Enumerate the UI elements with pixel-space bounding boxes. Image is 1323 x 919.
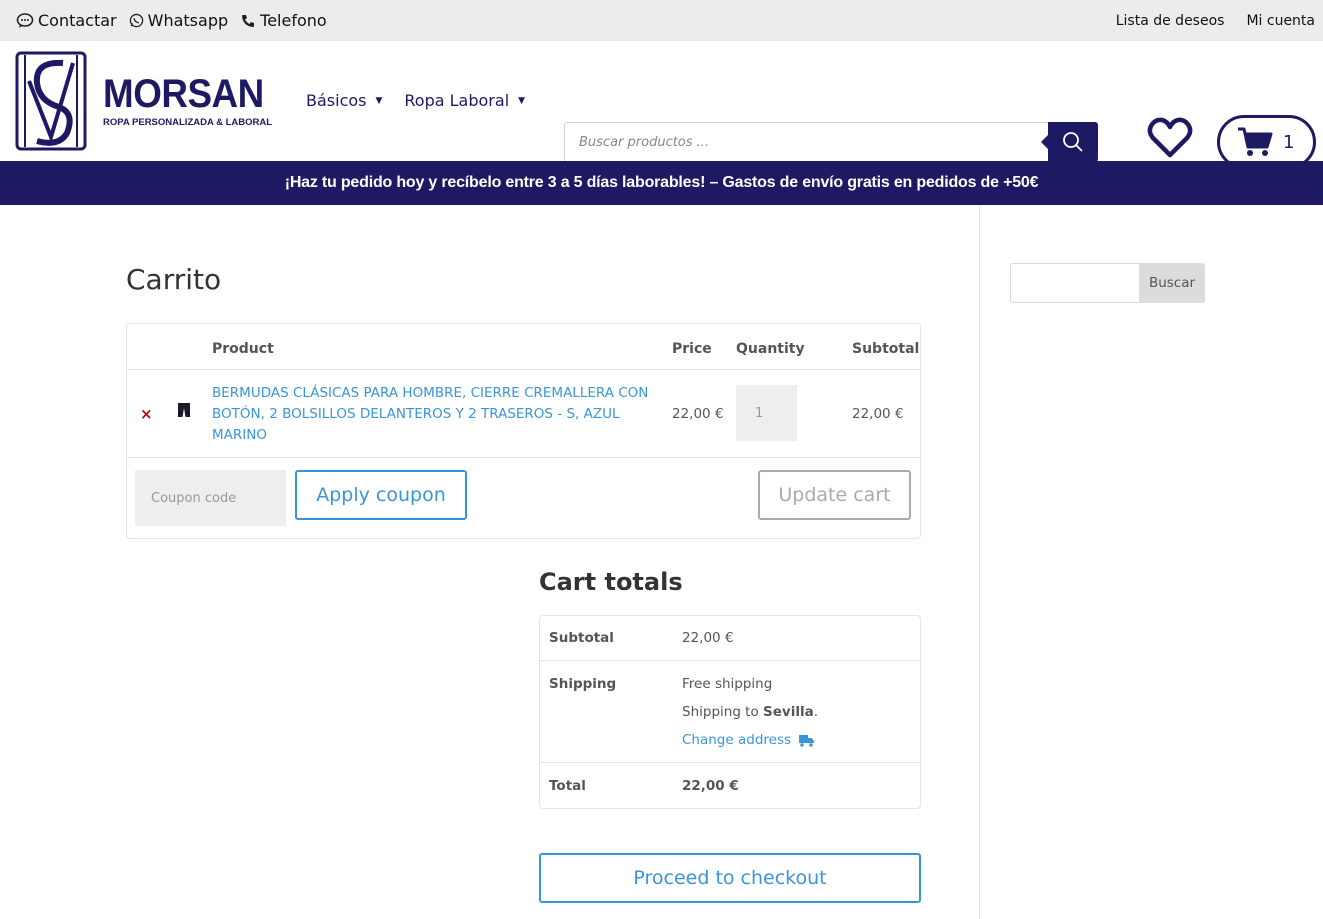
top-bar-right: Lista de deseos Mi cuenta [1094, 13, 1315, 29]
whatsapp-link[interactable]: Whatsapp [129, 11, 229, 30]
item-subtotal: 22,00 € [852, 406, 904, 422]
change-address-link[interactable]: Change address [682, 732, 815, 748]
product-name-link[interactable]: BERMUDAS CLÁSICAS PARA HOMBRE, CIERRE CR… [212, 383, 652, 446]
shipping-destination: Shipping to Sevilla. [682, 704, 818, 720]
shipping-method: Free shipping [682, 676, 773, 692]
search-button[interactable] [1041, 122, 1098, 162]
truck-icon [799, 734, 815, 747]
caret-down-icon: ▼ [518, 95, 526, 106]
brand-name: MORSAN [103, 72, 264, 116]
phone-label: Telefono [260, 11, 327, 30]
search-icon [1063, 132, 1083, 152]
phone-link[interactable]: Telefono [240, 11, 327, 30]
shipping-city: Sevilla [763, 704, 814, 720]
nav-item-basicos[interactable]: Básicos ▼ [306, 91, 382, 110]
whatsapp-label: Whatsapp [147, 11, 229, 30]
site-header: MORSAN ROPA PERSONALIZADA & LABORAL Bási… [0, 41, 1323, 169]
column-header-price: Price [672, 341, 712, 357]
totals-divider [540, 660, 920, 661]
brand-tagline: ROPA PERSONALIZADA & LABORAL [103, 117, 273, 128]
product-search [564, 122, 1098, 162]
total-value: 22,00 € [682, 778, 739, 794]
contact-link[interactable]: Contactar [16, 11, 117, 30]
column-header-quantity: Quantity [736, 341, 805, 357]
totals-divider [540, 762, 920, 763]
logo-mark-icon [15, 51, 87, 151]
chat-icon [16, 12, 34, 28]
main-nav: Básicos ▼ Ropa Laboral ▼ [306, 91, 547, 110]
page-title: Carrito [126, 263, 222, 296]
cart-totals-title: Cart totals [539, 568, 683, 596]
cart-count: 1 [1283, 131, 1295, 153]
nav-item-ropa-laboral[interactable]: Ropa Laboral ▼ [404, 91, 525, 110]
account-link[interactable]: Mi cuenta [1246, 13, 1315, 29]
site-logo[interactable]: MORSAN ROPA PERSONALIZADA & LABORAL [15, 51, 278, 151]
quantity-input[interactable]: 1 [736, 385, 797, 441]
shipping-to-prefix: Shipping to [682, 704, 764, 720]
cart-totals-table: Subtotal 22,00 € Shipping Free shipping … [539, 615, 921, 809]
caret-down-icon: ▼ [375, 95, 383, 106]
top-bar-left: Contactar Whatsapp Telefono [16, 11, 339, 30]
main-content: Carrito Product Price Quantity Subtotal … [0, 205, 1323, 919]
wishlist-button[interactable] [1147, 117, 1193, 159]
sidebar-search-button[interactable]: Buscar [1139, 263, 1205, 303]
shipping-label: Shipping [549, 676, 617, 692]
whatsapp-icon [129, 13, 143, 28]
cart-table: Product Price Quantity Subtotal × BERMUD… [126, 323, 921, 539]
table-divider [127, 369, 920, 370]
coupon-code-input[interactable]: Coupon code [135, 470, 286, 526]
item-price: 22,00 € [672, 406, 724, 422]
column-header-subtotal: Subtotal [852, 341, 920, 357]
change-address-label: Change address [682, 732, 792, 748]
apply-coupon-button[interactable]: Apply coupon [295, 470, 467, 520]
proceed-to-checkout-button[interactable]: Proceed to checkout [539, 853, 921, 903]
table-divider [127, 457, 920, 458]
promo-banner-text: ¡Haz tu pedido hoy y recíbelo entre 3 a … [284, 174, 1039, 191]
phone-icon [242, 14, 255, 27]
wishlist-link[interactable]: Lista de deseos [1116, 13, 1225, 29]
update-cart-button[interactable]: Update cart [758, 470, 911, 520]
top-bar: Contactar Whatsapp Telefono Lista de des… [0, 0, 1323, 41]
nav-item-label: Ropa Laboral [404, 91, 510, 110]
remove-item-button[interactable]: × [140, 405, 153, 423]
cart-icon [1238, 127, 1273, 156]
total-label: Total [549, 778, 586, 794]
search-input[interactable] [565, 123, 1048, 161]
product-thumbnail[interactable] [177, 402, 191, 418]
contact-label: Contactar [38, 11, 117, 30]
column-header-product: Product [212, 341, 274, 357]
sidebar-search-input[interactable] [1010, 263, 1139, 303]
subtotal-label: Subtotal [549, 630, 614, 646]
heart-icon [1147, 117, 1193, 158]
nav-item-label: Básicos [306, 91, 367, 110]
sidebar-divider [979, 205, 980, 919]
subtotal-value: 22,00 € [682, 630, 734, 646]
sidebar-search: Buscar [1010, 263, 1205, 303]
promo-banner: ¡Haz tu pedido hoy y recíbelo entre 3 a … [0, 161, 1323, 205]
logo-text: MORSAN ROPA PERSONALIZADA & LABORAL [103, 74, 278, 128]
shipping-to-suffix: . [813, 704, 818, 720]
